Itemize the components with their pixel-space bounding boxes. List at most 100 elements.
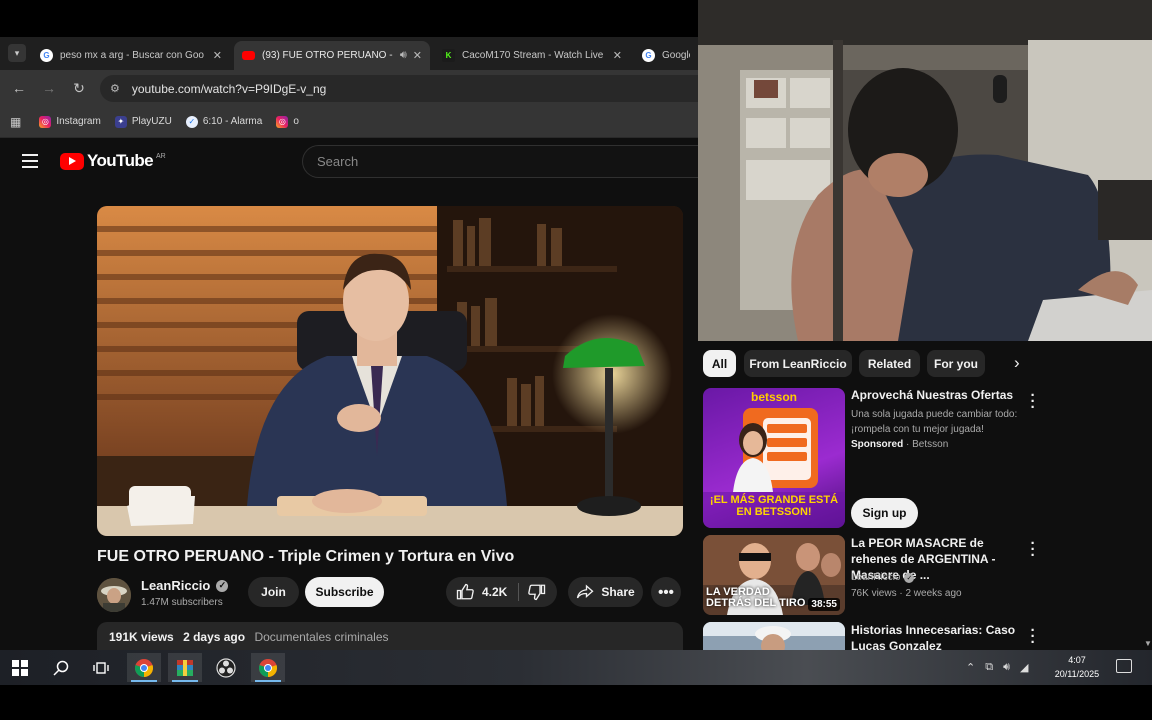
- alarm-icon: ✓: [185, 115, 198, 128]
- video-meta: 76K views · 2 weeks ago: [851, 588, 962, 599]
- thumbs-down-icon: [528, 584, 546, 601]
- video-player[interactable]: [97, 206, 683, 536]
- network-icon[interactable]: ⧉: [985, 661, 993, 674]
- signup-button[interactable]: Sign up: [851, 498, 918, 528]
- taskbar-chrome[interactable]: [127, 653, 161, 682]
- taskbar-winrar[interactable]: [168, 653, 202, 682]
- speaker-icon[interactable]: 🔊︎: [400, 49, 407, 62]
- webcam-image: [698, 0, 1152, 341]
- tab-youtube[interactable]: (93) FUE OTRO PERUANO - 🔊︎ ✕: [234, 41, 430, 70]
- tab-kick-stream[interactable]: K CacoM170 Stream - Watch Live ✕: [434, 41, 630, 70]
- chip-all[interactable]: All: [703, 350, 736, 377]
- share-icon: [577, 584, 594, 599]
- more-actions-button[interactable]: •••: [651, 577, 681, 607]
- verified-icon: ✓: [904, 572, 915, 583]
- taskbar-obs[interactable]: [209, 653, 243, 682]
- notification-icon[interactable]: [1116, 659, 1132, 673]
- browser-toolbar: ← → ↻ ⚙︎ youtube.com/watch?v=P9IDgE-v_ng: [0, 70, 698, 106]
- task-view-button[interactable]: [84, 653, 118, 682]
- youtube-header: YouTube AR Search: [0, 138, 698, 186]
- channel-row: LeanRiccio ✓ 1.47M subscribers Join Subs…: [97, 577, 687, 613]
- chip-for-you[interactable]: For you: [927, 350, 985, 377]
- forward-icon[interactable]: →: [40, 79, 58, 97]
- subscribe-button[interactable]: Subscribe: [305, 577, 384, 607]
- ad-sponsor-line: Sponsored · Betsson: [851, 439, 949, 450]
- site-info-icon[interactable]: ⚙︎: [110, 82, 120, 95]
- bookmark-playuzu[interactable]: ✦ PlayUZU: [114, 115, 172, 128]
- address-bar[interactable]: ⚙︎ youtube.com/watch?v=P9IDgE-v_ng: [100, 75, 698, 102]
- share-button[interactable]: Share: [568, 577, 643, 607]
- search-icon: [53, 660, 69, 676]
- thumbnail-image: [703, 622, 845, 650]
- description-box[interactable]: 191K views 2 days ago Documentales crimi…: [97, 622, 683, 650]
- volume-icon[interactable]: 🔊︎: [1003, 661, 1010, 674]
- bookmarks-bar: ▦ ◎ Instagram ✦ PlayUZU ✓ 6:10 - Alarma …: [0, 106, 698, 138]
- obs-icon: [216, 657, 236, 678]
- youtube-logo[interactable]: YouTube AR: [60, 151, 166, 171]
- thumbnail-caption: LA VERDAD DETRÁS DEL TIRO: [706, 586, 806, 609]
- tab-google[interactable]: G Google: [634, 41, 698, 70]
- tab-search-icon[interactable]: ▾: [8, 44, 26, 62]
- more-vertical-icon[interactable]: · · ·: [1028, 536, 1038, 563]
- ad-thumbnail[interactable]: betsson ¡EL MÁS GRANDE ESTÁ EN BETSSON!: [703, 388, 845, 528]
- chrome-icon: [258, 658, 278, 677]
- channel-name[interactable]: LeanRiccio ✓: [141, 578, 229, 593]
- back-icon[interactable]: ←: [10, 79, 28, 97]
- close-icon[interactable]: ✕: [613, 49, 622, 62]
- video-thumbnail[interactable]: [703, 622, 845, 650]
- start-button[interactable]: [3, 653, 37, 682]
- instagram-icon: ◎: [39, 115, 52, 128]
- taskbar-chrome-profile[interactable]: [251, 653, 285, 682]
- thumbs-up-icon: [456, 583, 474, 600]
- scroll-down-icon[interactable]: ▼: [1144, 639, 1152, 648]
- chip-related[interactable]: Related: [859, 350, 920, 377]
- tab-strip: ▾ G peso mx a arg - Buscar con Goo ✕ (93…: [0, 37, 698, 70]
- subscriber-count: 1.47M subscribers: [141, 597, 223, 608]
- more-horizontal-icon: •••: [658, 583, 674, 601]
- close-icon[interactable]: ✕: [413, 49, 422, 62]
- search-button[interactable]: [44, 653, 78, 682]
- chevron-up-icon[interactable]: ⌃: [966, 661, 975, 674]
- bookmark-o[interactable]: ◎ o: [276, 115, 299, 128]
- channel-line: LeanRiccio ✓: [851, 572, 915, 583]
- close-icon[interactable]: ✕: [213, 49, 222, 62]
- video-title-link[interactable]: Historias Innecesarias: Caso Lucas Gonza…: [851, 622, 1031, 650]
- clock[interactable]: 4:07 20/11/2025: [1046, 653, 1108, 681]
- youtube-icon: [242, 51, 255, 60]
- join-button[interactable]: Join: [248, 577, 299, 607]
- chip-from-channel[interactable]: From LeanRiccio: [744, 350, 852, 377]
- task-view-icon: [93, 661, 109, 674]
- dislike-button[interactable]: [528, 583, 546, 604]
- category-link[interactable]: Documentales criminales: [254, 630, 388, 644]
- webcam-overlay: [698, 0, 1152, 341]
- more-vertical-icon[interactable]: · · ·: [1028, 623, 1038, 650]
- system-tray: ⌃ ⧉ 🔊︎ ◢: [966, 650, 1038, 685]
- ad-title[interactable]: Aprovechá Nuestras Ofertas: [851, 387, 1031, 403]
- divider: [518, 583, 519, 601]
- apps-grid-icon[interactable]: ▦: [10, 115, 21, 129]
- reload-icon[interactable]: ↻: [70, 79, 88, 97]
- avatar-image: [97, 578, 131, 612]
- google-icon: G: [642, 49, 655, 62]
- duration-badge: 38:55: [808, 598, 840, 611]
- menu-icon[interactable]: [22, 154, 38, 168]
- browser-window: ▾ G peso mx a arg - Buscar con Goo ✕ (93…: [0, 37, 698, 650]
- kick-icon: K: [442, 49, 455, 62]
- archive-icon: [177, 659, 193, 676]
- like-button[interactable]: 4.2K: [456, 583, 507, 601]
- view-count: 191K views: [109, 630, 174, 644]
- wifi-icon[interactable]: ◢: [1020, 661, 1028, 674]
- chevron-right-icon[interactable]: ›: [1014, 353, 1020, 373]
- bookmark-instagram[interactable]: ◎ Instagram: [39, 115, 101, 128]
- upload-date: 2 days ago: [183, 630, 246, 644]
- verified-icon: ✓: [216, 579, 229, 592]
- bookmark-alarma[interactable]: ✓ 6:10 - Alarma: [185, 115, 262, 128]
- playuzu-icon: ✦: [114, 115, 127, 128]
- windows-logo-icon: [12, 659, 28, 676]
- tab-google-search[interactable]: G peso mx a arg - Buscar con Goo ✕: [32, 41, 230, 70]
- search-input[interactable]: Search: [302, 145, 698, 178]
- ad-brand: betsson: [750, 390, 797, 404]
- avatar[interactable]: [97, 578, 131, 612]
- video-thumbnail[interactable]: LA VERDAD DETRÁS DEL TIRO 38:55: [703, 535, 845, 615]
- instagram-icon: ◎: [276, 115, 289, 128]
